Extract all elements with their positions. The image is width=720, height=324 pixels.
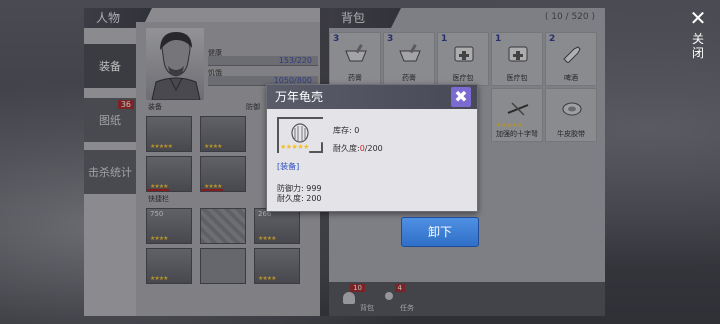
durability2-label: 耐久度: — [277, 194, 304, 203]
dialog-title: 万年龟壳 — [267, 85, 477, 109]
close-icon[interactable]: ✕ — [686, 6, 710, 30]
item-detail-dialog: 万年龟壳 ✖ ★★★★★ 库存: 0 耐久度:0/200 [装备] 防御力: 9… — [266, 84, 478, 212]
durability-max: /200 — [364, 144, 383, 153]
stock-label: 库存: — [333, 126, 352, 135]
close-label[interactable]: 关闭 — [692, 32, 706, 60]
stock-row: 库存: 0 — [333, 125, 359, 136]
stock-value: 0 — [354, 126, 360, 135]
turtle-shell-icon — [291, 123, 309, 143]
defense-label: 防御力: — [277, 184, 304, 193]
durability-row: 耐久度:0/200 — [333, 143, 383, 154]
durability2-value: 200 — [306, 194, 322, 203]
dialog-close-icon[interactable]: ✖ — [451, 87, 471, 107]
item-rarity-stars: ★★★★★ — [280, 143, 309, 151]
durability2-row: 耐久度: 200 — [277, 193, 322, 204]
unequip-button[interactable]: 卸下 — [401, 217, 479, 247]
equip-tag: [装备] — [277, 162, 300, 171]
defense-value: 999 — [306, 184, 322, 193]
durability-label: 耐久度: — [333, 144, 360, 153]
